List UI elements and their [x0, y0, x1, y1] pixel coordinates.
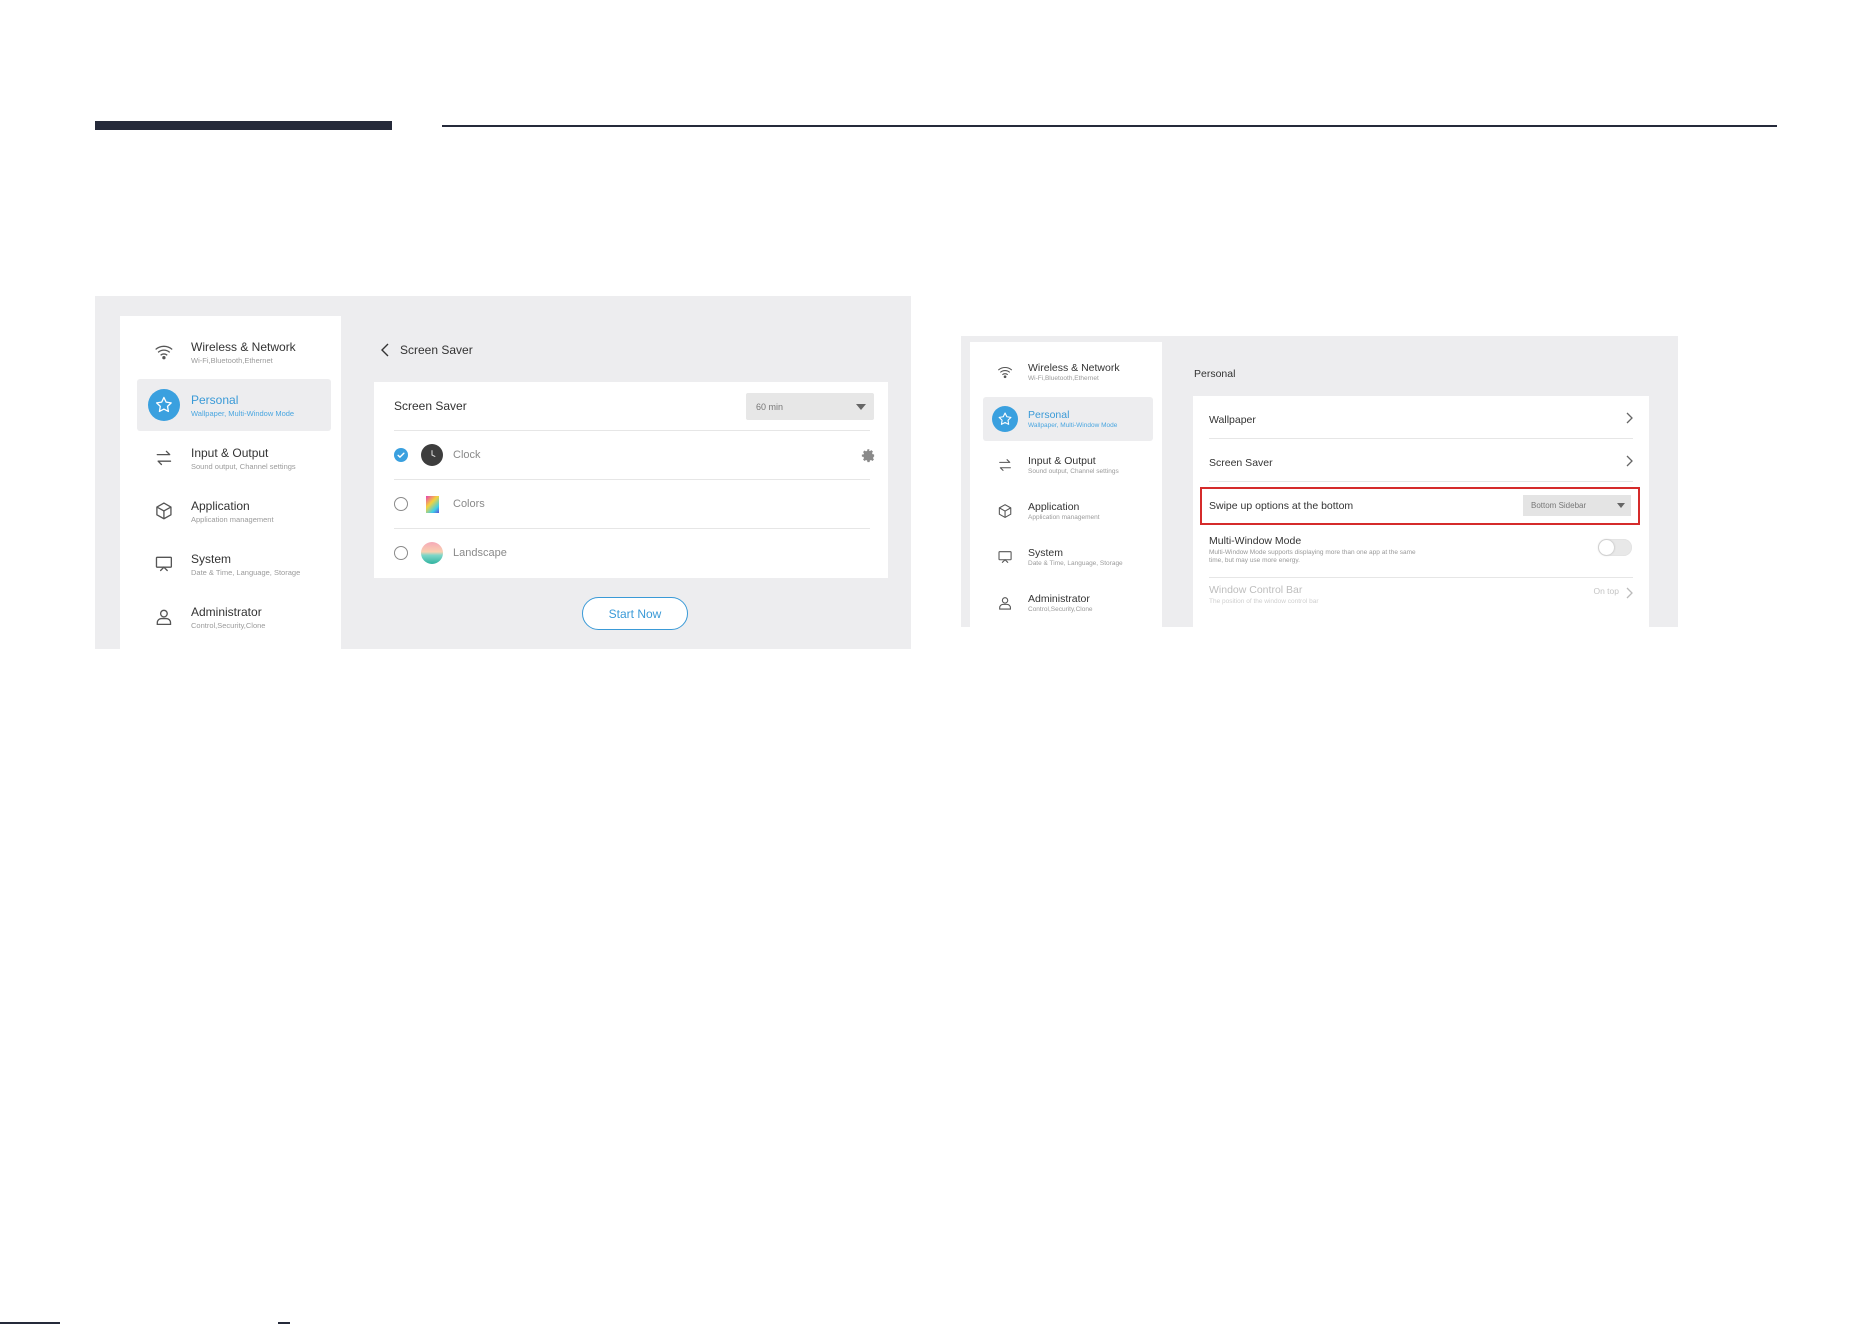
sidebar-item-sub: Wi-Fi,Bluetooth,Ethernet [191, 355, 273, 365]
wallpaper-row[interactable]: Wallpaper [1209, 410, 1633, 439]
header-bar [95, 121, 392, 130]
checked-radio-icon[interactable] [394, 448, 408, 462]
sidebar-item-label: Personal [191, 392, 239, 407]
personal-card: Wallpaper Screen Saver Swipe up options … [1193, 396, 1649, 627]
landscape-icon [421, 542, 443, 564]
wifi-icon [992, 359, 1018, 385]
sidebar-item-label: Personal [1028, 409, 1070, 421]
multi-window-label: Multi-Window Mode [1209, 535, 1302, 547]
multi-window-toggle[interactable] [1598, 539, 1632, 556]
sidebar-item-sub: Sound output, Channel settings [191, 461, 296, 471]
swap-arrows-icon [148, 442, 180, 474]
wifi-icon [148, 336, 180, 368]
star-icon [148, 389, 180, 421]
chevron-right-icon [1626, 587, 1633, 599]
sidebar-item-wireless[interactable]: Wireless & Network Wi-Fi,Bluetooth,Ethern… [137, 326, 331, 378]
sidebar-item-label: Input & Output [191, 445, 269, 460]
sidebar-item-application[interactable]: Application Application management [137, 485, 331, 537]
window-control-bar-value: On top [1593, 586, 1619, 596]
sidebar-item-sub: Date & Time, Language, Storage [1028, 560, 1123, 567]
sidebar-item-sub: Control,Security,Clone [191, 620, 266, 630]
multi-window-desc: Multi-Window Mode supports displaying mo… [1209, 549, 1416, 564]
multi-window-row: Multi-Window Mode Multi-Window Mode supp… [1209, 535, 1633, 578]
sidebar-item-input-output[interactable]: Input & Output Sound output, Channel sett… [137, 432, 331, 484]
monitor-icon [992, 544, 1018, 570]
sidebar-item-sub: Sound output, Channel settings [1028, 468, 1119, 475]
sidebar: Wireless & Network Wi-Fi,Bluetooth,Ethern… [120, 316, 341, 649]
sidebar-item-administrator[interactable]: Administrator Control,Security,Clone [137, 591, 331, 643]
sidebar-item-label: System [191, 551, 232, 566]
screen-saver-row[interactable]: Screen Saver [1209, 453, 1633, 482]
sidebar-item-sub: Date & Time, Language, Storage [191, 567, 301, 577]
start-now-button[interactable]: Start Now [582, 597, 688, 630]
screenshot-personal: Wireless & Network Wi-Fi,Bluetooth,Ethern… [961, 336, 1678, 627]
sidebar-item-label: Input & Output [1028, 455, 1096, 467]
colors-icon [421, 493, 443, 515]
swap-arrows-icon [992, 452, 1018, 478]
triangle-down-icon [1617, 503, 1625, 508]
sidebar-item-label: System [1028, 547, 1064, 559]
page-title: Personal [1194, 368, 1236, 380]
sidebar-item-sub: Application management [1028, 514, 1100, 521]
dropdown-value: 60 min [756, 401, 784, 412]
cube-icon [148, 495, 180, 527]
sidebar-item-label: Administrator [1028, 593, 1090, 605]
option-colors[interactable]: Colors [394, 480, 870, 529]
option-label: Clock [453, 449, 481, 461]
sidebar-item-label: Application [191, 498, 250, 513]
option-label: Landscape [453, 547, 507, 559]
screen-saver-label: Screen Saver [1209, 457, 1273, 469]
wallpaper-label: Wallpaper [1209, 414, 1256, 426]
screen-saver-dropdown[interactable]: 60 min [746, 393, 874, 420]
chevron-right-icon [1626, 455, 1633, 467]
sidebar-item-system[interactable]: System Date & Time, Language, Storage [983, 535, 1153, 579]
sidebar-item-application[interactable]: Application Application management [983, 489, 1153, 533]
sidebar-item-sub: Wallpaper, Multi-Window Mode [1028, 422, 1118, 429]
sidebar-item-label: Application [1028, 501, 1080, 513]
sidebar-item-personal[interactable]: Personal Wallpaper, Multi-Window Mode [983, 397, 1153, 441]
chevron-right-icon [1626, 412, 1633, 424]
sidebar-item-sub: Application management [191, 514, 274, 524]
back-button[interactable]: Screen Saver [380, 343, 473, 357]
cube-icon [992, 498, 1018, 524]
swipe-up-dropdown[interactable]: Bottom Sidebar [1523, 495, 1631, 516]
window-control-bar-label: Window Control Bar [1209, 584, 1303, 596]
screen-saver-label: Screen Saver [394, 399, 467, 413]
sidebar-item-sub: Control,Security,Clone [1028, 606, 1093, 613]
sidebar-item-personal[interactable]: Personal Wallpaper, Multi-Window Mode [137, 379, 331, 431]
gear-icon[interactable] [861, 448, 876, 463]
sidebar-item-system[interactable]: System Date & Time, Language, Storage [137, 538, 331, 590]
dropdown-value: Bottom Sidebar [1531, 501, 1587, 510]
window-control-bar-row: Window Control Bar The position of the w… [1209, 584, 1633, 624]
sidebar: Wireless & Network Wi-Fi,Bluetooth,Ethern… [970, 342, 1162, 627]
option-clock[interactable]: Clock [394, 431, 875, 480]
clock-icon [421, 444, 443, 466]
option-landscape[interactable]: Landscape [394, 529, 870, 577]
sidebar-item-administrator[interactable]: Administrator Control,Security,Clone [983, 581, 1153, 625]
radio-icon[interactable] [394, 546, 408, 560]
person-icon [148, 601, 180, 633]
triangle-down-icon [856, 404, 866, 410]
sidebar-item-label: Wireless & Network [1028, 362, 1120, 374]
monitor-icon [148, 548, 180, 580]
option-label: Colors [453, 498, 485, 510]
header-rule [442, 125, 1777, 127]
screen-saver-card: Screen Saver 60 min Clock Colors Landsca… [374, 382, 888, 578]
toggle-knob [1599, 540, 1614, 555]
page-title: Screen Saver [400, 343, 473, 357]
sidebar-item-label: Wireless & Network [191, 339, 296, 354]
sidebar-item-sub: Wallpaper, Multi-Window Mode [191, 408, 295, 418]
sidebar-item-wireless[interactable]: Wireless & Network Wi-Fi,Bluetooth,Ethern… [983, 350, 1153, 394]
window-control-bar-desc: The position of the window control bar [1209, 598, 1319, 605]
sidebar-item-sub: Wi-Fi,Bluetooth,Ethernet [1028, 375, 1099, 382]
sidebar-item-label: Administrator [191, 604, 262, 619]
radio-icon[interactable] [394, 497, 408, 511]
screenshot-screen-saver: Wireless & Network Wi-Fi,Bluetooth,Ethern… [95, 296, 911, 649]
star-icon [992, 406, 1018, 432]
highlight-box: Bottom Sidebar [1200, 487, 1640, 525]
screen-saver-row: Screen Saver 60 min [394, 382, 874, 431]
person-icon [992, 590, 1018, 616]
chevron-left-icon [381, 343, 389, 357]
sidebar-item-input-output[interactable]: Input & Output Sound output, Channel sett… [983, 443, 1153, 487]
